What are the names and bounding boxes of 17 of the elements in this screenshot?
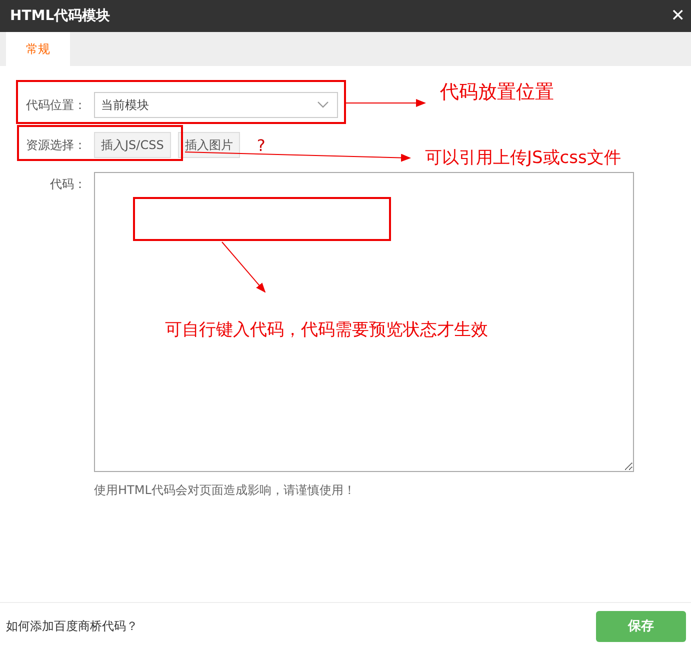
close-button[interactable]: ✕ [670,6,685,26]
field-label: 代码： [49,176,86,193]
annotation-text: 代码放置位置 [440,80,554,105]
window-title: HTML代码模块 [10,7,110,25]
annotation-text: 可以引用上传JS或css文件 [425,147,621,169]
field-label: 资源选择： [26,136,86,154]
help-link[interactable]: 如何添加百度商桥代码？ [6,618,138,634]
arrow [222,242,266,293]
hint-text: 使用HTML代码会对页面造成影响，请谨慎使用！ [94,482,356,499]
help-mark: ? [256,136,266,154]
position-select[interactable]: 当前模块 [94,92,338,118]
insert-button[interactable]: 插入图片 [178,132,240,158]
annotation-text: 可自行键入代码，代码需要预览状态才生效 [165,319,488,341]
code-input-field[interactable] [94,172,634,472]
field-label: 代码位置： [26,96,86,114]
insert-button[interactable]: 插入JS/CSS [94,132,171,158]
chevron-down-icon [317,101,329,109]
